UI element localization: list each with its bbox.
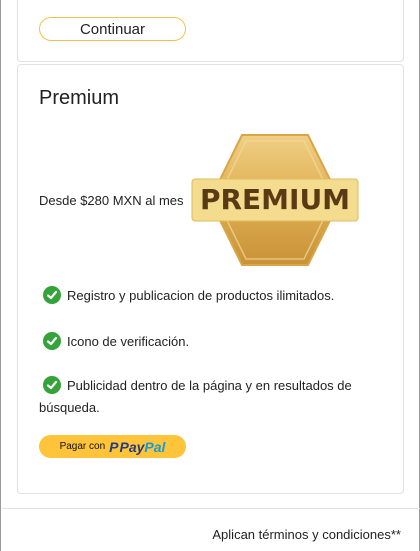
- check-icon: [43, 332, 61, 350]
- check-icon: [43, 286, 61, 304]
- footer-divider: [2, 508, 420, 509]
- terms-link[interactable]: Aplican términos y condiciones**: [212, 527, 401, 542]
- plan-title: Premium: [39, 87, 120, 109]
- feature-text: Registro y publicacion de productos ilim…: [67, 288, 335, 303]
- premium-plan-card: Premium Desde $280 MXN al mes PREMIUM Re…: [17, 64, 404, 494]
- badge-text: PREMIUM: [200, 183, 350, 216]
- previous-plan-card: Continuar: [17, 0, 404, 62]
- paypal-logo-pal: Pal: [144, 438, 166, 455]
- feature-item: Registro y publicacion de productos ilim…: [43, 285, 373, 307]
- check-icon: [43, 376, 61, 394]
- feature-item: Publicidad dentro de la página y en resu…: [39, 375, 369, 419]
- feature-text: Publicidad dentro de la página y en resu…: [39, 378, 352, 415]
- paypal-prefix: Pagar con: [59, 441, 106, 452]
- premium-badge-icon: PREMIUM: [191, 134, 359, 266]
- plan-price: Desde $280 MXN al mes: [39, 193, 184, 208]
- feature-text: Icono de verificación.: [67, 334, 190, 349]
- feature-item: Icono de verificación.: [43, 331, 373, 353]
- continue-button[interactable]: Continuar: [39, 17, 186, 41]
- paypal-logo-pay: Pay: [119, 438, 145, 455]
- paypal-logo-icon: P: [109, 438, 119, 455]
- paypal-button[interactable]: Pagar con P PayPal: [39, 435, 186, 458]
- plans-panel: Continuar Premium Desde $280 MXN al mes …: [0, 0, 420, 551]
